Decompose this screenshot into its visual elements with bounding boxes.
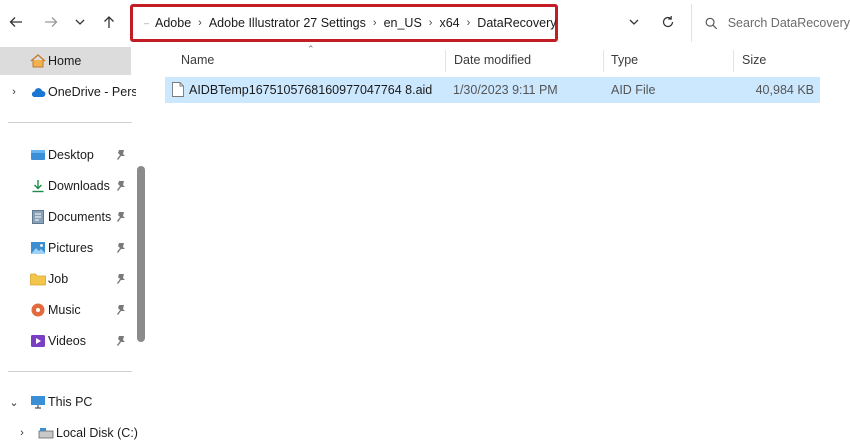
recent-locations-button[interactable]: [70, 12, 90, 32]
pc-icon: [31, 396, 45, 409]
nav-item-label: Documents: [48, 210, 112, 224]
music-icon: [31, 303, 45, 317]
back-button[interactable]: [6, 12, 26, 32]
nav-item-label: Desktop: [48, 148, 94, 162]
breadcrumb-datarecovery[interactable]: DataRecovery: [477, 16, 556, 30]
chevron-down-icon: [629, 19, 639, 25]
breadcrumb-illustrator-settings[interactable]: Adobe Illustrator 27 Settings: [209, 16, 366, 30]
pictures-icon: [31, 242, 45, 254]
column-separator[interactable]: [445, 50, 446, 72]
nav-item-label: This PC: [48, 395, 93, 409]
nav-item-label: Music: [48, 303, 81, 317]
nav-item-desktop[interactable]: Desktop: [0, 141, 136, 169]
breadcrumb-adobe[interactable]: Adobe: [155, 16, 191, 30]
pin-icon[interactable]: [116, 211, 126, 222]
videos-icon: [31, 335, 45, 347]
file-size: 40,984 KB: [755, 83, 814, 97]
file-date-modified: 1/30/2023 9:11 PM: [453, 83, 558, 97]
nav-item-videos[interactable]: Videos: [0, 327, 136, 355]
pin-icon[interactable]: [116, 304, 126, 315]
column-separator[interactable]: [603, 50, 604, 72]
documents-icon: [32, 210, 44, 224]
sort-ascending-icon: ⌃: [307, 44, 315, 54]
nav-item-music[interactable]: Music: [0, 296, 136, 324]
refresh-icon: [662, 16, 674, 28]
address-overflow: –: [144, 18, 150, 28]
nav-scrollbar[interactable]: [137, 166, 145, 342]
column-separator[interactable]: [733, 50, 734, 72]
nav-item-label: Local Disk (C:): [56, 426, 138, 440]
file-type: AID File: [611, 83, 656, 97]
column-header-type[interactable]: Type: [611, 46, 638, 74]
breadcrumb-chevron-icon[interactable]: ›: [429, 17, 433, 29]
breadcrumb-x64[interactable]: x64: [439, 16, 459, 30]
pin-icon[interactable]: [116, 273, 126, 284]
nav-item-job[interactable]: Job: [0, 265, 136, 293]
pin-icon[interactable]: [116, 242, 126, 253]
address-toolbar: – Adobe › Adobe Illustrator 27 Settings …: [0, 0, 850, 46]
nav-divider: [8, 122, 132, 123]
pin-icon[interactable]: [116, 180, 126, 191]
file-row[interactable]: AIDBTemp1675105768160977047764 8.aid 1/3…: [165, 77, 820, 103]
nav-item-this-pc[interactable]: ⌄ This PC: [0, 388, 136, 416]
nav-item-label: OneDrive - Perso: [48, 85, 136, 99]
forward-button[interactable]: [41, 12, 61, 32]
search-icon: [705, 17, 718, 29]
collapse-chevron-icon[interactable]: ⌄: [8, 396, 20, 409]
pin-icon[interactable]: [116, 335, 126, 346]
nav-item-label: Pictures: [48, 241, 94, 255]
breadcrumb-chevron-icon[interactable]: ›: [467, 17, 471, 29]
navigation-pane: Home › OneDrive - Perso Desktop Download…: [0, 46, 147, 443]
breadcrumb-chevron-icon[interactable]: ›: [198, 17, 202, 29]
forward-arrow-icon: [45, 17, 58, 27]
nav-item-onedrive[interactable]: › OneDrive - Perso: [0, 78, 136, 106]
nav-item-pictures[interactable]: Pictures: [0, 234, 136, 262]
folder-icon: [30, 273, 46, 286]
up-button[interactable]: [99, 12, 119, 32]
download-icon: [32, 180, 44, 193]
nav-item-local-disk[interactable]: › Local Disk (C:): [12, 419, 147, 443]
nav-item-label: Home: [48, 54, 82, 68]
search-placeholder: Search DataRecovery: [727, 16, 850, 30]
nav-divider: [8, 371, 132, 372]
nav-item-downloads[interactable]: Downloads: [0, 172, 136, 200]
column-header-name[interactable]: Name: [181, 46, 214, 74]
expand-chevron-icon[interactable]: ›: [8, 86, 20, 98]
file-name: AIDBTemp1675105768160977047764 8.aid: [189, 83, 433, 97]
home-icon: [30, 54, 46, 68]
expand-chevron-icon[interactable]: ›: [16, 427, 28, 439]
up-arrow-icon: [104, 16, 114, 28]
nav-item-home[interactable]: Home: [0, 47, 131, 75]
breadcrumb-chevron-icon[interactable]: ›: [373, 17, 377, 29]
file-list: ⌃ Name Date modified Type Size AIDBTemp1…: [165, 44, 850, 443]
drive-icon: [38, 428, 54, 439]
nav-item-label: Job: [48, 272, 69, 286]
refresh-button[interactable]: [658, 12, 678, 32]
desktop-icon: [31, 150, 45, 160]
chevron-down-icon: [75, 19, 85, 25]
address-bar[interactable]: – Adobe › Adobe Illustrator 27 Settings …: [130, 4, 558, 42]
search-box[interactable]: Search DataRecovery: [691, 4, 850, 42]
back-arrow-icon: [9, 17, 22, 27]
nav-item-documents[interactable]: Documents: [0, 203, 136, 231]
file-icon: [172, 82, 184, 97]
breadcrumb-en-us[interactable]: en_US: [384, 16, 422, 30]
address-history-button[interactable]: [624, 12, 644, 32]
column-header-size[interactable]: Size: [742, 46, 766, 74]
nav-item-label: Videos: [48, 334, 86, 348]
nav-item-label: Downloads: [48, 179, 110, 193]
pin-icon[interactable]: [116, 149, 126, 160]
cloud-icon: [31, 88, 46, 97]
column-header-date[interactable]: Date modified: [454, 46, 531, 74]
